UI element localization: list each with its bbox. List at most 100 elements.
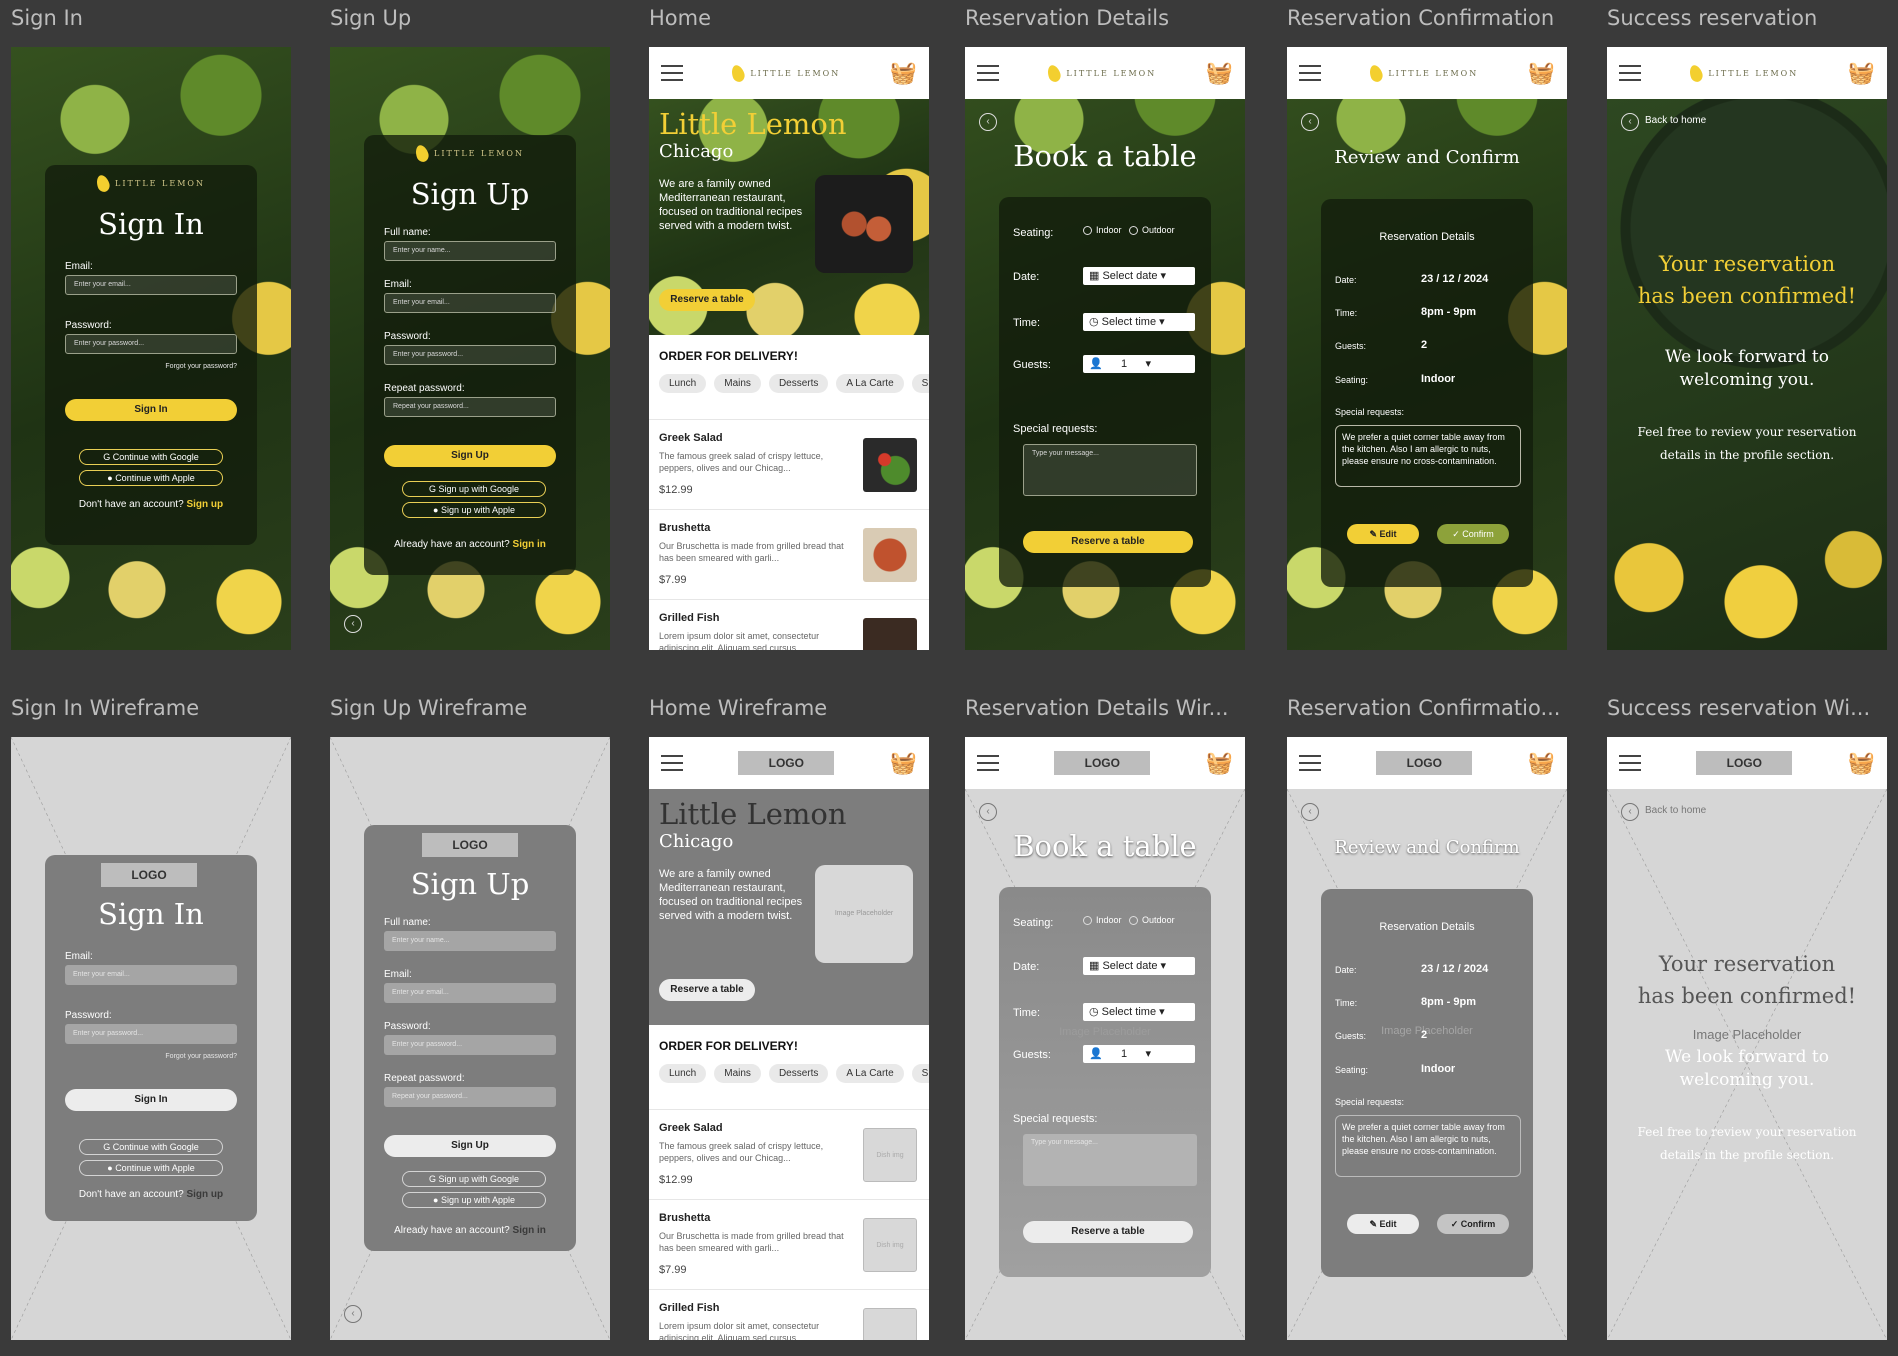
repeat-password-input[interactable]: Repeat your password... — [384, 1087, 556, 1107]
basket-icon[interactable]: 🧺 — [1528, 750, 1555, 776]
basket-icon[interactable]: 🧺 — [1848, 750, 1875, 776]
chip-alacarte[interactable]: A La Carte — [836, 374, 904, 393]
edit-button[interactable]: ✎ Edit — [1347, 524, 1419, 544]
dish-card[interactable]: Grilled Fish Lorem ipsum dolor sit amet,… — [649, 599, 929, 650]
chip-specials[interactable]: Specials — [911, 1064, 929, 1083]
email-input[interactable]: Enter your email... — [65, 965, 237, 985]
back-icon[interactable]: ‹ — [979, 113, 997, 131]
back-to-home-link[interactable]: Back to home — [1645, 805, 1706, 816]
dish-card[interactable]: Greek Salad The famous greek salad of cr… — [649, 419, 929, 509]
name-input[interactable]: Enter your name... — [384, 931, 556, 951]
menu-icon[interactable] — [1299, 755, 1321, 771]
chip-lunch[interactable]: Lunch — [659, 374, 707, 393]
email-input[interactable]: Enter your email... — [384, 983, 556, 1003]
email-input[interactable]: Enter your email... — [384, 293, 556, 313]
guests-select[interactable]: 👤 1 ▾ — [1083, 1045, 1195, 1063]
signup-button[interactable]: Sign Up — [384, 1135, 556, 1157]
menu-icon[interactable] — [1299, 65, 1321, 81]
signin-title: Sign In — [98, 207, 204, 241]
chip-desserts[interactable]: Desserts — [768, 1064, 829, 1083]
date-select[interactable]: ▦ Select date ▾ — [1083, 957, 1195, 975]
chip-desserts[interactable]: Desserts — [768, 374, 829, 393]
signup-footer-text: Already have an account? — [394, 539, 510, 550]
signin-link[interactable]: Sign in — [513, 539, 546, 550]
google-signup-button[interactable]: G Sign up with Google — [402, 1171, 546, 1187]
dish-card[interactable]: Grilled Fish Lorem ipsum dolor sit amet,… — [649, 1289, 929, 1340]
signup-link[interactable]: Sign up — [186, 1189, 223, 1200]
indoor-radio[interactable] — [1083, 916, 1092, 926]
reserve-table-button[interactable]: Reserve a table — [1023, 531, 1193, 553]
chip-specials[interactable]: Specials — [911, 374, 929, 393]
dish-card[interactable]: Brushetta Our Bruschetta is made from gr… — [649, 1199, 929, 1289]
menu-icon[interactable] — [1619, 65, 1641, 81]
google-signup-button[interactable]: G Sign up with Google — [402, 481, 546, 497]
back-icon[interactable]: ‹ — [344, 1305, 362, 1323]
back-icon[interactable]: ‹ — [1301, 113, 1319, 131]
time-select[interactable]: ◷ Select time ▾ — [1083, 1003, 1195, 1021]
confirm-button[interactable]: ✓ Confirm — [1437, 1214, 1509, 1234]
confirm-button[interactable]: ✓ Confirm — [1437, 524, 1509, 544]
outdoor-radio[interactable] — [1129, 226, 1139, 236]
edit-button[interactable]: ✎ Edit — [1347, 1214, 1419, 1234]
back-to-home-link[interactable]: Back to home — [1645, 115, 1706, 126]
repeat-password-label: Repeat password: — [384, 383, 465, 394]
apple-signup-button[interactable]: ● Sign up with Apple — [402, 502, 546, 518]
google-signin-button[interactable]: G Continue with Google — [79, 449, 223, 465]
seating-label: Seating: — [1335, 1065, 1369, 1075]
google-signin-button[interactable]: G Continue with Google — [79, 1139, 223, 1155]
apple-signin-button[interactable]: ● Continue with Apple — [79, 1160, 223, 1176]
order-heading: ORDER FOR DELIVERY! — [659, 349, 798, 363]
apple-signup-label: Sign up with Apple — [440, 505, 515, 515]
menu-icon[interactable] — [661, 755, 683, 771]
forgot-password-link[interactable]: Forgot your password? — [165, 363, 237, 370]
apple-signup-button[interactable]: ● Sign up with Apple — [402, 1192, 546, 1208]
basket-icon[interactable]: 🧺 — [890, 750, 917, 776]
password-input[interactable]: Enter your password... — [384, 345, 556, 365]
back-icon[interactable]: ‹ — [344, 615, 362, 633]
chip-mains[interactable]: Mains — [714, 1064, 761, 1083]
special-requests-input[interactable]: Type your message... — [1023, 444, 1197, 496]
apple-signin-button[interactable]: ● Continue with Apple — [79, 470, 223, 486]
chip-mains[interactable]: Mains — [714, 374, 761, 393]
menu-icon[interactable] — [661, 65, 683, 81]
back-icon[interactable]: ‹ — [1301, 803, 1319, 821]
signin-button[interactable]: Sign In — [65, 399, 237, 421]
confirmation-title: Review and Confirm — [1334, 837, 1520, 858]
password-input[interactable]: Enter your password... — [384, 1035, 556, 1055]
reserve-table-button[interactable]: Reserve a table — [659, 979, 755, 1001]
password-input[interactable]: Enter your password... — [65, 334, 237, 354]
basket-icon[interactable]: 🧺 — [1206, 60, 1233, 86]
email-input[interactable]: Enter your email... — [65, 275, 237, 295]
chip-lunch[interactable]: Lunch — [659, 1064, 707, 1083]
menu-icon[interactable] — [977, 755, 999, 771]
basket-icon[interactable]: 🧺 — [1848, 60, 1875, 86]
check-icon: ✓ — [1452, 529, 1463, 539]
time-select[interactable]: ◷ Select time ▾ — [1083, 313, 1195, 331]
signup-button[interactable]: Sign Up — [384, 445, 556, 467]
indoor-radio[interactable] — [1083, 226, 1092, 236]
dish-card[interactable]: Brushetta Our Bruschetta is made from gr… — [649, 509, 929, 599]
reserve-table-button[interactable]: Reserve a table — [659, 289, 755, 311]
chip-alacarte[interactable]: A La Carte — [836, 1064, 904, 1083]
basket-icon[interactable]: 🧺 — [1528, 60, 1555, 86]
repeat-password-input[interactable]: Repeat your password... — [384, 397, 556, 417]
password-input[interactable]: Enter your password... — [65, 1024, 237, 1044]
signin-link[interactable]: Sign in — [513, 1225, 546, 1236]
reserve-table-button[interactable]: Reserve a table — [1023, 1221, 1193, 1243]
basket-icon[interactable]: 🧺 — [890, 60, 917, 86]
basket-icon[interactable]: 🧺 — [1206, 750, 1233, 776]
forgot-password-link[interactable]: Forgot your password? — [165, 1053, 237, 1060]
name-input[interactable]: Enter your name... — [384, 241, 556, 261]
date-select[interactable]: ▦ Select date ▾ — [1083, 267, 1195, 285]
menu-icon[interactable] — [1619, 755, 1641, 771]
signin-button[interactable]: Sign In — [65, 1089, 237, 1111]
back-icon[interactable]: ‹ — [979, 803, 997, 821]
guests-select[interactable]: 👤 1 ▾ — [1083, 355, 1195, 373]
special-requests-input[interactable]: Type your message... — [1023, 1134, 1197, 1186]
outdoor-radio[interactable] — [1129, 916, 1139, 926]
signup-link[interactable]: Sign up — [186, 499, 223, 510]
back-icon[interactable]: ‹ — [1621, 113, 1639, 131]
menu-icon[interactable] — [977, 65, 999, 81]
dish-card[interactable]: Greek Salad The famous greek salad of cr… — [649, 1109, 929, 1199]
back-icon[interactable]: ‹ — [1621, 803, 1639, 821]
